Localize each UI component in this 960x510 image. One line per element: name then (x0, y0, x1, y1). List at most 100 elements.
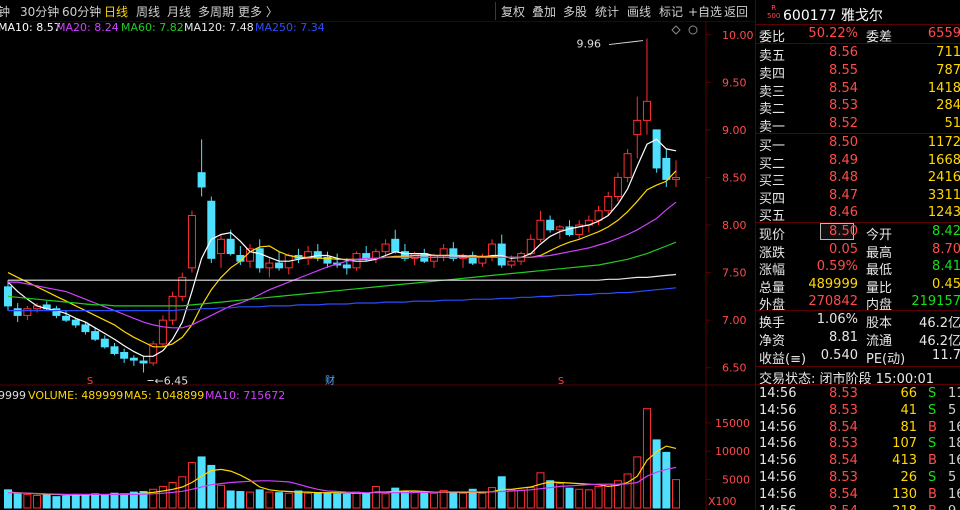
volume-bar[interactable] (342, 493, 351, 509)
add-watchlist-button[interactable]: +自选 (688, 3, 722, 20)
volume-bar[interactable] (294, 490, 303, 509)
volume-bar[interactable] (478, 492, 487, 509)
candle-body[interactable] (91, 331, 100, 340)
volume-bar[interactable] (526, 487, 535, 509)
candle-body[interactable] (71, 319, 80, 326)
candle-body[interactable] (478, 256, 487, 264)
volume-bar[interactable] (187, 462, 196, 509)
candle-body[interactable] (207, 200, 216, 259)
stock-title[interactable]: 600177 雅戈尔 (783, 5, 883, 25)
volume-bar[interactable] (410, 491, 419, 509)
candle-body[interactable] (81, 324, 90, 333)
candle-body[interactable] (110, 346, 119, 354)
candle-body[interactable] (226, 238, 235, 255)
volume-bar[interactable] (604, 483, 613, 509)
volume-bar[interactable] (158, 485, 167, 509)
volume-bar[interactable] (400, 491, 409, 509)
candle-body[interactable] (197, 172, 206, 188)
volume-bar[interactable] (265, 491, 274, 509)
candle-body[interactable] (497, 243, 506, 266)
candle-body[interactable] (613, 176, 622, 197)
candle-body[interactable] (139, 360, 148, 364)
volume-bar[interactable] (246, 491, 255, 509)
ask-row[interactable]: 卖四 8.55 787 (756, 62, 960, 82)
ask-row[interactable]: 卖三 8.54 1418 (756, 80, 960, 100)
fuquan-button[interactable]: 复权 (501, 3, 525, 20)
volume-bar[interactable] (110, 492, 119, 509)
overlay-button[interactable]: 叠加 (532, 3, 556, 20)
candle-body[interactable] (381, 243, 390, 253)
candle-body[interactable] (555, 226, 564, 231)
volume-bar[interactable] (662, 451, 671, 509)
volume-bar[interactable] (178, 476, 187, 509)
event-marker-s[interactable]: S (558, 376, 564, 387)
event-marker-s[interactable]: S (87, 376, 93, 387)
candle-body[interactable] (62, 315, 71, 321)
candle-body[interactable] (604, 195, 613, 212)
period-more-dropdown[interactable]: 更多 〉 (238, 3, 278, 20)
volume-bar[interactable] (100, 495, 109, 509)
volume-bar[interactable] (594, 485, 603, 509)
volume-bar[interactable] (429, 492, 438, 509)
candle-body[interactable] (623, 153, 632, 178)
volume-bar[interactable] (23, 493, 32, 509)
candle-body[interactable] (187, 215, 196, 269)
volume-bar[interactable] (33, 495, 42, 509)
volume-bar[interactable] (371, 485, 380, 509)
volume-bar[interactable] (42, 494, 51, 509)
bid-row[interactable]: 买一 8.50 1172 (756, 134, 960, 154)
volume-bar[interactable] (546, 480, 555, 509)
period-minute-tab[interactable]: 钟 (0, 3, 10, 20)
candle-body[interactable] (362, 253, 371, 259)
candle-body[interactable] (536, 219, 545, 240)
candle-body[interactable] (652, 129, 661, 169)
volume-bar[interactable] (62, 495, 71, 509)
candle-body[interactable] (216, 238, 225, 255)
candle-body[interactable] (662, 157, 671, 180)
candle-body[interactable] (546, 219, 555, 231)
ask-row[interactable]: 卖二 8.53 284 (756, 97, 960, 117)
bid-row[interactable]: 买五 8.46 1243 (756, 204, 960, 224)
candle-body[interactable] (507, 260, 516, 266)
candle-body[interactable] (642, 100, 651, 121)
candle-body[interactable] (594, 210, 603, 221)
volume-bar[interactable] (71, 493, 80, 509)
period-weekly-tab[interactable]: 周线 (136, 3, 160, 20)
period-30min-tab[interactable]: 30分钟 (20, 3, 59, 20)
volume-bar[interactable] (623, 473, 632, 509)
candle-body[interactable] (129, 357, 138, 361)
volume-bar[interactable] (120, 493, 129, 509)
volume-bar[interactable] (575, 488, 584, 509)
volume-bar[interactable] (672, 479, 680, 509)
candle-body[interactable] (391, 238, 400, 253)
candle-body[interactable] (265, 262, 274, 269)
candle-body[interactable] (342, 264, 351, 269)
volume-bar[interactable] (333, 493, 342, 509)
candle-body[interactable] (429, 254, 438, 262)
volume-bar[interactable] (459, 492, 468, 509)
candle-body[interactable] (100, 338, 109, 348)
bid-row[interactable]: 买二 8.49 1668 (756, 152, 960, 172)
ask-row[interactable]: 卖一 8.52 51 (756, 115, 960, 135)
volume-bar[interactable] (304, 492, 313, 509)
statistics-button[interactable]: 统计 (595, 3, 619, 20)
volume-bar[interactable] (584, 489, 593, 509)
volume-bar[interactable] (91, 493, 100, 509)
bid-row[interactable]: 买三 8.48 2416 (756, 169, 960, 189)
candle-body[interactable] (633, 119, 642, 136)
volume-bar[interactable] (497, 476, 506, 509)
volume-bar[interactable] (565, 487, 574, 509)
period-monthly-tab[interactable]: 月线 (167, 3, 191, 20)
candle-body[interactable] (371, 251, 380, 259)
circle-icon[interactable] (688, 25, 698, 35)
volume-bar[interactable] (313, 492, 322, 509)
kline-chart[interactable]: 10.00 9.50 9.00 8.50 8.00 7.50 7.00 6.50 9.96 ←6.… (0, 0, 755, 510)
volume-bar[interactable] (81, 494, 90, 509)
volume-bar[interactable] (284, 492, 293, 509)
back-button[interactable]: 返回 (724, 3, 748, 20)
candle-body[interactable] (439, 248, 448, 256)
draw-line-button[interactable]: 画线 (627, 3, 651, 20)
period-daily-tab[interactable]: 日线 (104, 3, 128, 20)
candle-body[interactable] (275, 262, 284, 269)
volume-bar[interactable] (381, 493, 390, 509)
